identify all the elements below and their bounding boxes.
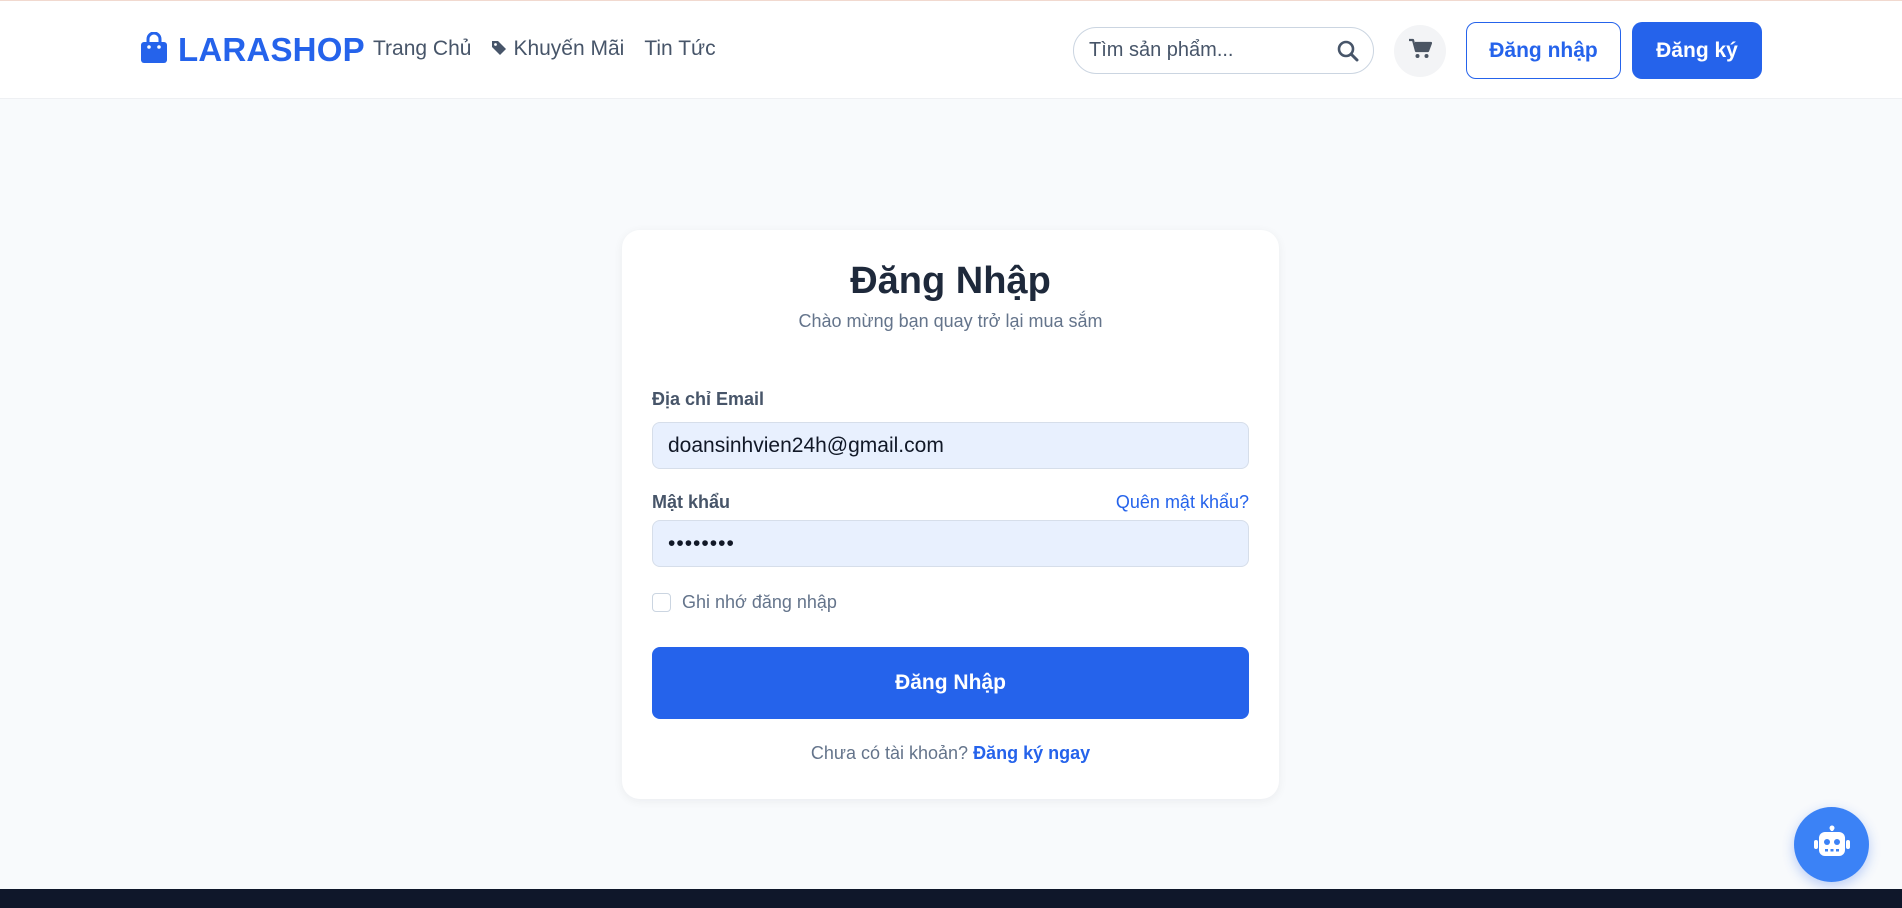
signup-link[interactable]: Đăng ký ngay	[973, 743, 1090, 763]
page-title: Đăng Nhập	[850, 260, 1051, 302]
chatbot-button[interactable]	[1794, 807, 1869, 882]
main-nav: Trang Chủ Khuyến Mãi Tin Tức	[373, 37, 716, 61]
nav-promotions[interactable]: Khuyến Mãi	[491, 37, 624, 61]
search-icon[interactable]	[1337, 40, 1359, 67]
cart-icon	[1408, 38, 1433, 65]
signup-prompt: Chưa có tài khoản? Đăng ký ngay	[622, 743, 1279, 764]
header-login-button[interactable]: Đăng nhập	[1466, 22, 1621, 79]
tag-icon	[491, 37, 507, 61]
nav-promotions-label: Khuyến Mãi	[513, 37, 625, 60]
robot-icon	[1812, 825, 1852, 864]
no-account-text: Chưa có tài khoản?	[810, 743, 969, 763]
password-field[interactable]: ••••••••	[652, 520, 1249, 567]
shopping-bag-icon	[140, 31, 168, 69]
nav-home[interactable]: Trang Chủ	[373, 37, 471, 61]
forgot-password-link[interactable]: Quên mật khẩu?	[1116, 492, 1249, 513]
header-register-button[interactable]: Đăng ký	[1632, 22, 1762, 79]
cart-button[interactable]	[1394, 25, 1446, 77]
site-header: LARASHOP Trang Chủ Khuyến Mãi Tin Tức Tì…	[0, 1, 1902, 99]
email-field[interactable]: doansinhvien24h@gmail.com	[652, 422, 1249, 469]
login-card: Đăng Nhập Chào mừng bạn quay trở lại mua…	[622, 230, 1279, 799]
login-submit-button[interactable]: Đăng Nhập	[652, 647, 1249, 719]
page-subtitle: Chào mừng bạn quay trở lại mua sắm	[798, 311, 1103, 331]
site-footer	[0, 889, 1902, 908]
search-input[interactable]	[1089, 28, 1329, 73]
nav-news[interactable]: Tin Tức	[644, 37, 715, 61]
password-label: Mật khẩu	[652, 492, 731, 512]
email-label: Địa chỉ Email	[652, 389, 765, 409]
remember-label: Ghi nhớ đăng nhập	[682, 592, 837, 612]
search-box	[1073, 27, 1374, 74]
remember-me[interactable]: Ghi nhớ đăng nhập	[652, 592, 837, 613]
brand-logo[interactable]: LARASHOP	[140, 31, 365, 69]
remember-checkbox[interactable]	[652, 593, 671, 612]
brand-name: LARASHOP	[178, 31, 365, 68]
